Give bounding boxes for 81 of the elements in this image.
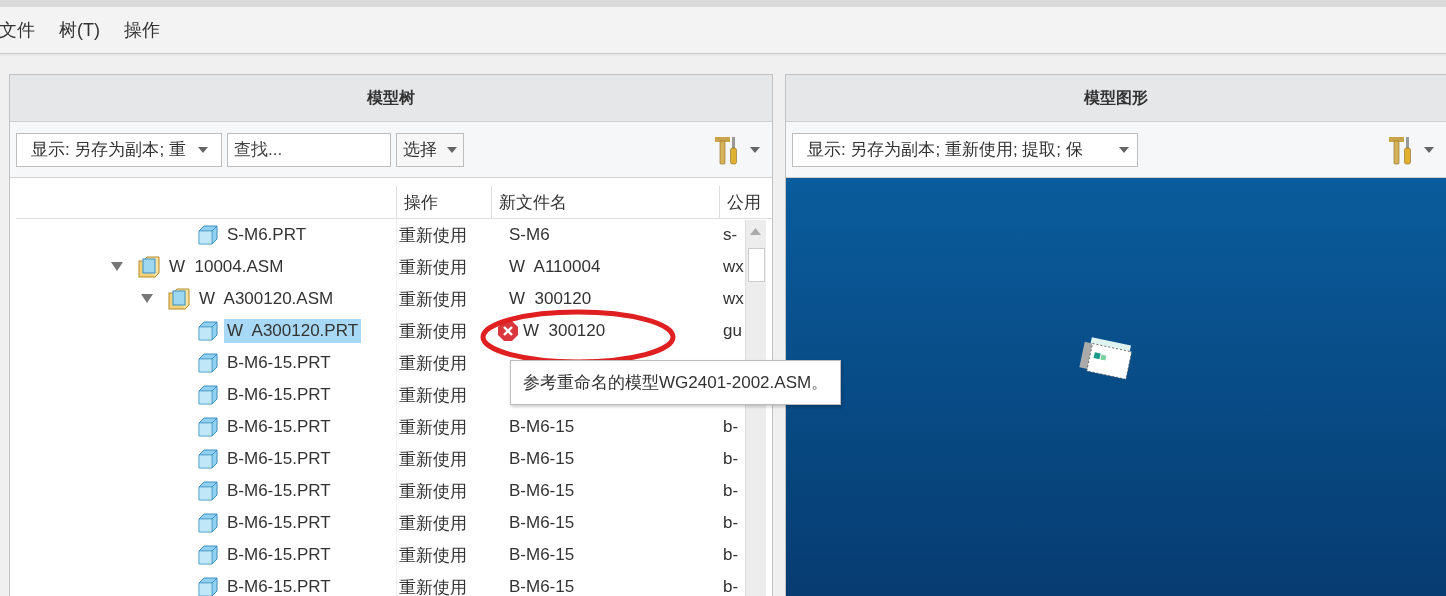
table-cell-text: 重新使用 [399,544,467,567]
search-field[interactable]: 查找... [227,132,391,167]
table-cell: B-M6-15 [509,545,575,565]
table-cell: s- [723,225,738,244]
tree-item-name[interactable]: W A300120.PRT [224,319,362,343]
table-cell-text: 重新使用 [399,576,467,596]
table-cell: wx [723,289,744,308]
table-cell: b- [723,513,739,532]
part-icon [198,449,218,469]
table-cell-text: 重新使用 [399,448,467,471]
tree-item-name[interactable]: B-M6-15.PRT [224,415,334,439]
display-dropdown[interactable]: 显示: 另存为副本; 重新使用; 提取; 保 [792,132,1138,167]
table-cell-text: 重新使用 [399,352,467,375]
part-icon [198,353,218,373]
scroll-up-icon[interactable] [750,228,761,235]
tools-icon[interactable] [714,134,740,165]
expand-arrow-icon[interactable] [141,294,153,304]
tree-item-name[interactable]: B-M6-15.PRT [224,447,334,471]
table-cell: B-M6-15 [509,577,575,596]
tree-item-name[interactable]: B-M6-15.PRT [224,383,334,407]
table-cell: W A110004 [509,257,601,277]
table-cell: B-M6-15 [509,481,575,501]
part-icon [198,321,218,341]
tree-item-name[interactable]: W A300120.ASM [196,287,337,311]
table-cell-text: 重新使用 [399,512,467,535]
part-icon [198,577,218,596]
assembly-icon [168,288,190,310]
part-icon [198,545,218,565]
display-dropdown[interactable]: 显示: 另存为副本; 重 [16,132,222,167]
tree-item-name[interactable]: B-M6-15.PRT [224,543,334,567]
table-cell: b- [723,417,739,436]
table-cell-text: 重新使用 [399,256,467,279]
table-cell: B-M6-15 [509,449,575,469]
part-icon [198,385,218,405]
tree-item-name[interactable]: B-M6-15.PRT [224,351,334,375]
tree-item-name[interactable]: S-M6.PRT [224,223,310,247]
table-cell-text: 重新使用 [399,320,467,343]
table-cell-text: 重新使用 [399,480,467,503]
tree-item-name[interactable]: B-M6-15.PRT [224,511,334,535]
part-icon [198,513,218,533]
table-cell: b- [723,481,739,500]
expand-arrow-icon[interactable] [111,262,123,272]
column-header[interactable]: 新文件名 [499,190,567,214]
caret-icon [197,146,208,153]
tooltip: 参考重命名的模型WG2401-2002.ASM。 [510,360,842,405]
panel-title: 模型图形 [1084,87,1148,108]
tree-item-name[interactable]: B-M6-15.PRT [224,479,334,503]
column-header[interactable]: 操作 [404,190,438,214]
select-dropdown[interactable]: 选择 [396,132,464,167]
table-cell-text: 重新使用 [399,384,467,407]
caret-icon [1119,146,1129,153]
caret-icon [1424,146,1434,153]
assembly-icon [138,256,160,278]
menu-item[interactable]: 操作 [112,18,172,42]
caret-icon [447,146,457,153]
table-cell: wx [723,257,744,276]
tree-item-name[interactable]: B-M6-15.PRT [224,575,334,596]
part-icon [198,481,218,501]
table-cell-text: 重新使用 [399,288,467,311]
table-cell-text: 重新使用 [399,416,467,439]
part-icon [198,225,218,245]
table-cell: gu [723,321,742,340]
column-header[interactable]: 公用 [727,190,761,214]
tree-item-name[interactable]: W 10004.ASM [166,255,287,279]
table-cell: S-M6 [509,225,550,245]
table-cell-text: 重新使用 [399,224,467,247]
panel-title: 模型树 [367,87,415,108]
table-cell: b- [723,449,739,468]
table-cell: B-M6-15 [509,417,575,437]
caret-icon [750,146,760,153]
table-cell: b- [723,577,739,596]
table-cell: b- [723,545,739,564]
model-drawing [1079,337,1133,380]
menu-item[interactable]: 树(T) [47,18,112,42]
part-icon [198,417,218,437]
table-cell: B-M6-15 [509,513,575,533]
menu-item[interactable]: 文件 [0,18,47,42]
tools-icon[interactable] [1388,134,1414,165]
scrollbar-thumb[interactable] [748,248,765,282]
table-cell: W 300120 [523,321,606,341]
table-cell: W 300120 [509,289,592,309]
